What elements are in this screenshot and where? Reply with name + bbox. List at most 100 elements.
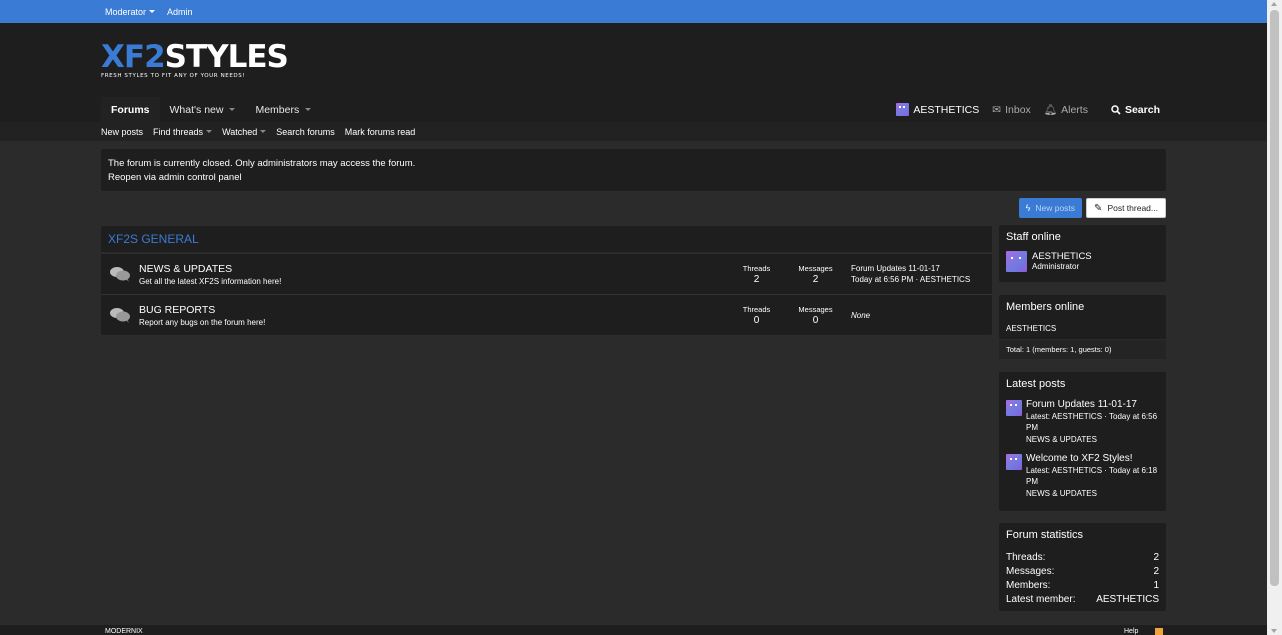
latest-member-link[interactable]: AESTHETICS bbox=[1096, 593, 1159, 607]
header: XF2STYLES FRESH STYLES TO FIT ANY OF YOU… bbox=[0, 23, 1267, 122]
logo-part2: STYLES bbox=[164, 39, 289, 75]
stat-label: Members: bbox=[1006, 580, 1051, 591]
subnav-search-forums[interactable]: Search forums bbox=[276, 127, 335, 137]
bell-icon: 🔔︎ bbox=[1043, 104, 1058, 116]
scrollbar[interactable] bbox=[1267, 0, 1282, 635]
last-post-link[interactable]: Forum Updates 11-01-17 bbox=[851, 263, 992, 274]
threads-stat: Threads 0 bbox=[727, 305, 786, 326]
scroll-down-arrow-icon[interactable] bbox=[1271, 629, 1277, 633]
forum-description: Report any bugs on the forum here! bbox=[139, 317, 266, 327]
block-title: Latest posts bbox=[1006, 378, 1066, 390]
page: Moderator Admin XF2STYLES FRESH STYLES T… bbox=[0, 0, 1267, 635]
stat-value: 2 bbox=[812, 273, 819, 285]
chevron-down-icon bbox=[149, 10, 156, 13]
staff-role: Administrator bbox=[1032, 262, 1080, 271]
post-thread-button[interactable]: ✎ Post thread... bbox=[1086, 198, 1166, 218]
chat-bubbles-icon bbox=[101, 307, 139, 323]
search-icon bbox=[1111, 104, 1121, 115]
stat-row: Messages: 2 bbox=[999, 565, 1166, 579]
moderator-label: Moderator bbox=[105, 6, 147, 17]
search-link[interactable]: Search bbox=[1111, 104, 1160, 116]
staff-username[interactable]: AESTHETICS bbox=[1032, 251, 1092, 262]
style-chooser-link[interactable]: MODERNIX bbox=[105, 628, 143, 635]
scrollbar-thumb[interactable] bbox=[1270, 10, 1279, 586]
subnav-label: Find threads bbox=[153, 126, 204, 137]
stat-row: Members: 1 bbox=[999, 579, 1166, 593]
scroll-up-arrow-icon[interactable] bbox=[1271, 2, 1277, 6]
latest-post-item: Welcome to XF2 Styles! Latest: AESTHETIC… bbox=[999, 445, 1166, 499]
stat-label: Threads bbox=[742, 304, 771, 314]
last-post-meta[interactable]: Today at 6:56 PM · AESTHETICS bbox=[851, 274, 992, 285]
tab-label: Members bbox=[255, 103, 300, 116]
inbox-link[interactable]: ✉ Inbox bbox=[992, 104, 1031, 116]
user-nav: AESTHETICS ✉ Inbox 🔔︎ Alerts Search bbox=[896, 97, 1160, 122]
page-actions: ϟ New posts ✎ Post thread... bbox=[1018, 198, 1166, 218]
avatar[interactable] bbox=[1006, 400, 1022, 416]
chevron-down-icon bbox=[260, 130, 267, 133]
forum-node: BUG REPORTS Report any bugs on the forum… bbox=[101, 294, 992, 335]
notice-line: Reopen via admin control panel bbox=[108, 172, 242, 183]
post-forum-link[interactable]: NEWS & UPDATES bbox=[1026, 488, 1161, 499]
account-name: AESTHETICS bbox=[913, 103, 980, 116]
chevron-down-icon bbox=[206, 130, 213, 133]
no-posts-label: None bbox=[851, 310, 871, 320]
admin-link[interactable]: Admin bbox=[167, 7, 193, 17]
stat-label: Messages bbox=[798, 304, 833, 314]
subnav-watched[interactable]: Watched bbox=[222, 127, 267, 137]
stat-row: Threads: 2 bbox=[999, 551, 1166, 565]
button-label: New posts bbox=[1035, 203, 1076, 213]
forum-title-link[interactable]: BUG REPORTS bbox=[139, 304, 727, 317]
alerts-link[interactable]: 🔔︎ Alerts bbox=[1043, 103, 1088, 117]
post-title-link[interactable]: Welcome to XF2 Styles! bbox=[1026, 453, 1161, 465]
post-meta[interactable]: Latest: AESTHETICS · Today at 6:56 PM bbox=[1026, 411, 1161, 433]
forum-statistics-block: Forum statistics Threads: 2 Messages: 2 Me… bbox=[999, 523, 1166, 611]
forum-title-link[interactable]: NEWS & UPDATES bbox=[139, 263, 727, 276]
threads-stat: Threads 2 bbox=[727, 264, 786, 285]
moderator-menu[interactable]: Moderator bbox=[105, 6, 156, 17]
block-title[interactable]: Members online bbox=[999, 295, 1166, 318]
stat-value: 2 bbox=[1153, 552, 1159, 563]
button-label: Post thread... bbox=[1107, 203, 1158, 213]
logo-part1: XF2 bbox=[101, 39, 166, 75]
help-link[interactable]: Help bbox=[1124, 628, 1138, 635]
members-online-block: Members online AESTHETICS Total: 1 (memb… bbox=[999, 295, 1166, 359]
last-post: Forum Updates 11-01-17 Today at 6:56 PM … bbox=[845, 263, 992, 285]
account-link[interactable]: AESTHETICS bbox=[896, 103, 979, 116]
staff-online-block: Staff online AESTHETICS Administrator bbox=[999, 225, 1166, 282]
tab-label: Forums bbox=[111, 103, 150, 116]
site-logo[interactable]: XF2STYLES FRESH STYLES TO FIT ANY OF YOU… bbox=[101, 39, 289, 80]
online-member-link[interactable]: AESTHETICS bbox=[999, 318, 1166, 339]
post-meta[interactable]: Latest: AESTHETICS · Today at 6:18 PM bbox=[1026, 465, 1161, 487]
forum-node: NEWS & UPDATES Get all the latest XF2S i… bbox=[101, 253, 992, 294]
envelope-icon: ✉ bbox=[992, 103, 1002, 116]
subnav-mark-read[interactable]: Mark forums read bbox=[345, 127, 416, 137]
stat-value: 0 bbox=[753, 314, 760, 326]
main-nav: Forums What's new Members AESTHETICS ✉ In… bbox=[101, 97, 1160, 122]
avatar bbox=[896, 103, 910, 116]
last-post: None bbox=[845, 310, 992, 321]
staff-bar: Moderator Admin bbox=[0, 0, 1267, 23]
tab-forums[interactable]: Forums bbox=[101, 97, 160, 122]
chevron-down-icon[interactable] bbox=[305, 108, 312, 111]
chat-bubbles-icon bbox=[101, 266, 139, 282]
avatar[interactable] bbox=[1006, 251, 1027, 272]
subnav-new-posts[interactable]: New posts bbox=[101, 127, 143, 137]
new-posts-button[interactable]: ϟ New posts bbox=[1018, 198, 1083, 218]
pencil-icon: ✎ bbox=[1094, 202, 1103, 214]
stat-label: Latest member: bbox=[1006, 594, 1076, 605]
footer: MODERNIX Help bbox=[0, 625, 1267, 635]
rss-icon[interactable] bbox=[1155, 628, 1163, 635]
inbox-label: Inbox bbox=[1005, 103, 1031, 116]
category-block: XF2S GENERAL NEWS & UPDATES Get all the … bbox=[101, 226, 992, 335]
block-title[interactable]: Staff online bbox=[999, 225, 1166, 248]
subnav-find-threads[interactable]: Find threads bbox=[153, 126, 213, 137]
alerts-label: Alerts bbox=[1061, 103, 1088, 116]
post-title-link[interactable]: Forum Updates 11-01-17 bbox=[1026, 399, 1161, 411]
tab-members[interactable]: Members bbox=[245, 97, 321, 122]
post-forum-link[interactable]: NEWS & UPDATES bbox=[1026, 434, 1161, 445]
chevron-down-icon[interactable] bbox=[229, 108, 236, 111]
tab-whats-new[interactable]: What's new bbox=[160, 97, 246, 122]
block-title: Forum statistics bbox=[1006, 529, 1084, 541]
avatar[interactable] bbox=[1006, 454, 1022, 470]
category-title[interactable]: XF2S GENERAL bbox=[101, 226, 992, 253]
